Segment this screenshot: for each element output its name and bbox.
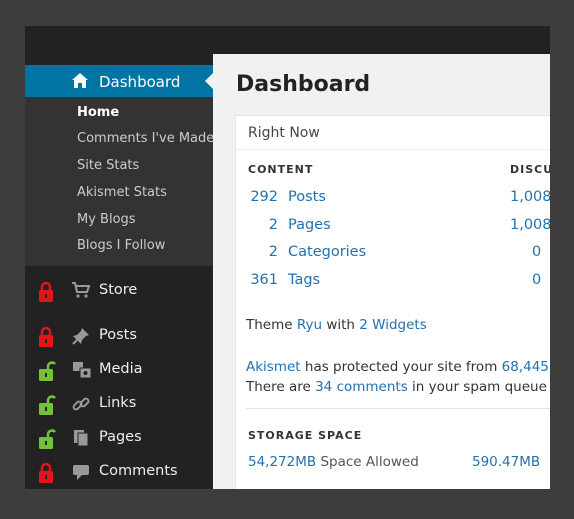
label-categories[interactable]: Categories [288, 244, 366, 260]
pages-icon [72, 429, 90, 451]
content-row: 361 Tags 0 [236, 272, 550, 296]
theme-line: Theme Ryu with 2 Widgets [246, 317, 427, 333]
count-tags[interactable]: 361 [246, 272, 278, 288]
menu-label: Media [99, 361, 143, 377]
lock-closed-icon [38, 281, 54, 307]
discussion-count[interactable]: 0 [532, 272, 541, 288]
content-row: 2 Categories 0 [236, 244, 550, 268]
main-content: Dashboard Right Now CONTENT DISCUS 292 P… [213, 54, 550, 489]
discussion-header: DISCUS [510, 163, 550, 176]
media-icon [72, 361, 92, 383]
submenu-blogs-follow[interactable]: Blogs I Follow [77, 238, 165, 253]
lock-closed-icon [38, 462, 54, 488]
lock-open-icon [38, 428, 56, 454]
link-icon [72, 395, 90, 417]
theme-link[interactable]: Ryu [297, 317, 322, 333]
dashboard-submenu: Home Comments I've Made Site Stats Akism… [25, 97, 214, 266]
storage-used-value[interactable]: 590.47MB [472, 454, 540, 470]
comment-icon [72, 463, 90, 485]
storage-allowed: 54,272MB Space Allowed [248, 454, 419, 470]
menu-label: Posts [99, 327, 137, 343]
home-icon [71, 72, 89, 93]
menu-item-pages[interactable]: Pages [25, 423, 213, 455]
spam-suffix: in your spam queue r [407, 379, 550, 395]
page-title: Dashboard [236, 72, 371, 97]
akismet-line: Akismet has protected your site from 68,… [246, 359, 550, 375]
spam-prefix: There are [246, 379, 316, 395]
widget-title: Right Now [248, 125, 320, 141]
screenshot-frame: Dashboard Home Comments I've Made Site S… [25, 26, 550, 489]
count-pages[interactable]: 2 [246, 217, 278, 233]
cart-icon [72, 282, 91, 302]
lock-open-icon [38, 394, 56, 420]
menu-item-links[interactable]: Links [25, 389, 213, 421]
label-posts[interactable]: Posts [288, 189, 326, 205]
submenu-home[interactable]: Home [77, 105, 119, 120]
discussion-count[interactable]: 0 [532, 244, 541, 260]
count-categories[interactable]: 2 [246, 244, 278, 260]
menu-label: Links [99, 395, 137, 411]
menu-item-dashboard[interactable]: Dashboard [25, 65, 213, 97]
content-header: CONTENT [248, 163, 314, 176]
menu-item-comments[interactable]: Comments [25, 457, 213, 489]
menu-item-posts[interactable]: Posts [25, 321, 213, 353]
content-row: 292 Posts 1,008 [236, 189, 550, 213]
submenu-akismet-stats[interactable]: Akismet Stats [77, 185, 167, 200]
content-row: 2 Pages 1,008 [236, 217, 550, 241]
right-now-widget: Right Now CONTENT DISCUS 292 Posts 1,008… [235, 115, 550, 489]
lock-closed-icon [38, 326, 54, 352]
akismet-text: has protected your site from [300, 359, 502, 375]
admin-sidebar: Dashboard Home Comments I've Made Site S… [25, 65, 214, 489]
spam-comments-link[interactable]: 34 comments [315, 379, 408, 395]
discussion-count[interactable]: 1,008 [510, 189, 550, 205]
label-pages[interactable]: Pages [288, 217, 331, 233]
akismet-link[interactable]: Akismet [246, 359, 301, 375]
label-tags[interactable]: Tags [288, 272, 320, 288]
storage-allowed-label: Space Allowed [316, 454, 419, 470]
count-posts[interactable]: 292 [246, 189, 278, 205]
spam-blocked-link[interactable]: 68,445 s [502, 359, 550, 375]
discussion-count[interactable]: 1,008 [510, 217, 550, 233]
divider [246, 408, 550, 409]
submenu-site-stats[interactable]: Site Stats [77, 158, 139, 173]
theme-prefix: Theme [246, 317, 297, 333]
current-arrow [205, 73, 213, 89]
menu-item-store[interactable]: Store [25, 276, 213, 308]
theme-mid: with [322, 317, 360, 333]
menu-label: Comments [99, 463, 178, 479]
storage-allowed-value[interactable]: 54,272MB [248, 454, 316, 470]
menu-label: Store [99, 282, 138, 298]
menu-label: Dashboard [99, 73, 181, 91]
spam-queue-line: There are 34 comments in your spam queue… [246, 379, 550, 395]
pin-icon [72, 327, 90, 349]
storage-used: 590.47MB [472, 454, 540, 470]
submenu-my-blogs[interactable]: My Blogs [77, 212, 136, 227]
menu-label: Pages [99, 429, 142, 445]
widget-header[interactable]: Right Now [236, 116, 550, 150]
lock-open-icon [38, 360, 56, 386]
menu-item-media[interactable]: Media [25, 355, 213, 387]
submenu-comments-made[interactable]: Comments I've Made [77, 131, 214, 146]
widgets-link[interactable]: 2 Widgets [359, 317, 426, 333]
storage-header: STORAGE SPACE [248, 429, 363, 442]
